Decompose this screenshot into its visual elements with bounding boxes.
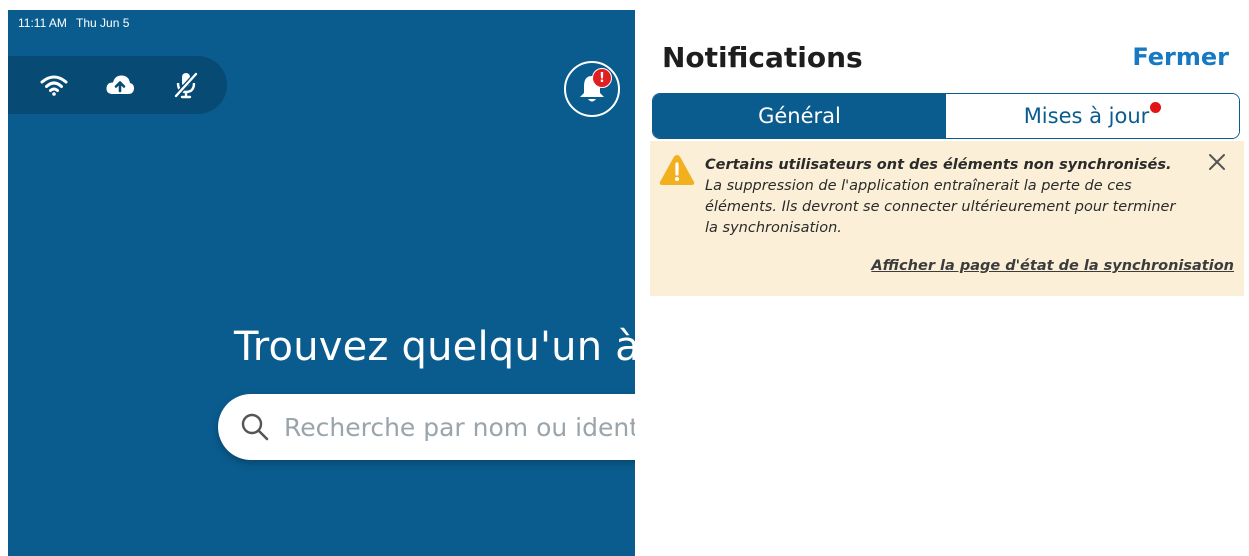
tab-general-label: Général: [758, 104, 841, 128]
unread-dot-indicator: [1150, 101, 1162, 113]
alert-body-text: La suppression de l'application entraîne…: [705, 178, 1176, 236]
notifications-panel: Notifications Fermer Général Mises à jou…: [635, 10, 1249, 556]
top-margin: [0, 0, 1249, 10]
status-date: Thu Jun 5: [76, 16, 130, 30]
cloud-upload-icon: [104, 69, 136, 101]
notification-bell-button[interactable]: !: [564, 61, 620, 117]
tab-bar: Général Mises à jour: [652, 93, 1240, 139]
sync-status-link[interactable]: Afficher la page d'état de la synchronis…: [871, 258, 1234, 274]
alert-message: Certains utilisateurs ont des éléments n…: [705, 155, 1185, 239]
warning-icon: [659, 155, 695, 185]
status-time: 11:11 AM: [18, 16, 67, 30]
tab-updates[interactable]: Mises à jour: [946, 94, 1239, 138]
app-main-area: 11:11 AM Thu Jun 5 ! Trouvez quelqu'un à…: [8, 10, 635, 556]
dismiss-alert-icon[interactable]: [1206, 151, 1228, 173]
tab-general[interactable]: Général: [653, 94, 946, 138]
tab-updates-label: Mises à jour: [1023, 104, 1150, 128]
search-input[interactable]: [284, 412, 635, 442]
status-bar: 11:11 AM Thu Jun 5: [18, 16, 135, 30]
alert-bold-text: Certains utilisateurs ont des éléments n…: [705, 157, 1172, 173]
close-button[interactable]: Fermer: [1132, 43, 1229, 71]
wifi-icon: [38, 69, 70, 101]
panel-title: Notifications: [662, 41, 863, 74]
connection-status-pill[interactable]: [8, 56, 227, 114]
notification-badge: !: [592, 68, 612, 88]
search-bar[interactable]: [218, 394, 635, 460]
microphone-off-icon: [170, 69, 202, 101]
sync-warning-alert: Certains utilisateurs ont des éléments n…: [650, 141, 1244, 296]
page-title: Trouvez quelqu'un à: [234, 324, 635, 370]
search-icon: [241, 413, 269, 441]
